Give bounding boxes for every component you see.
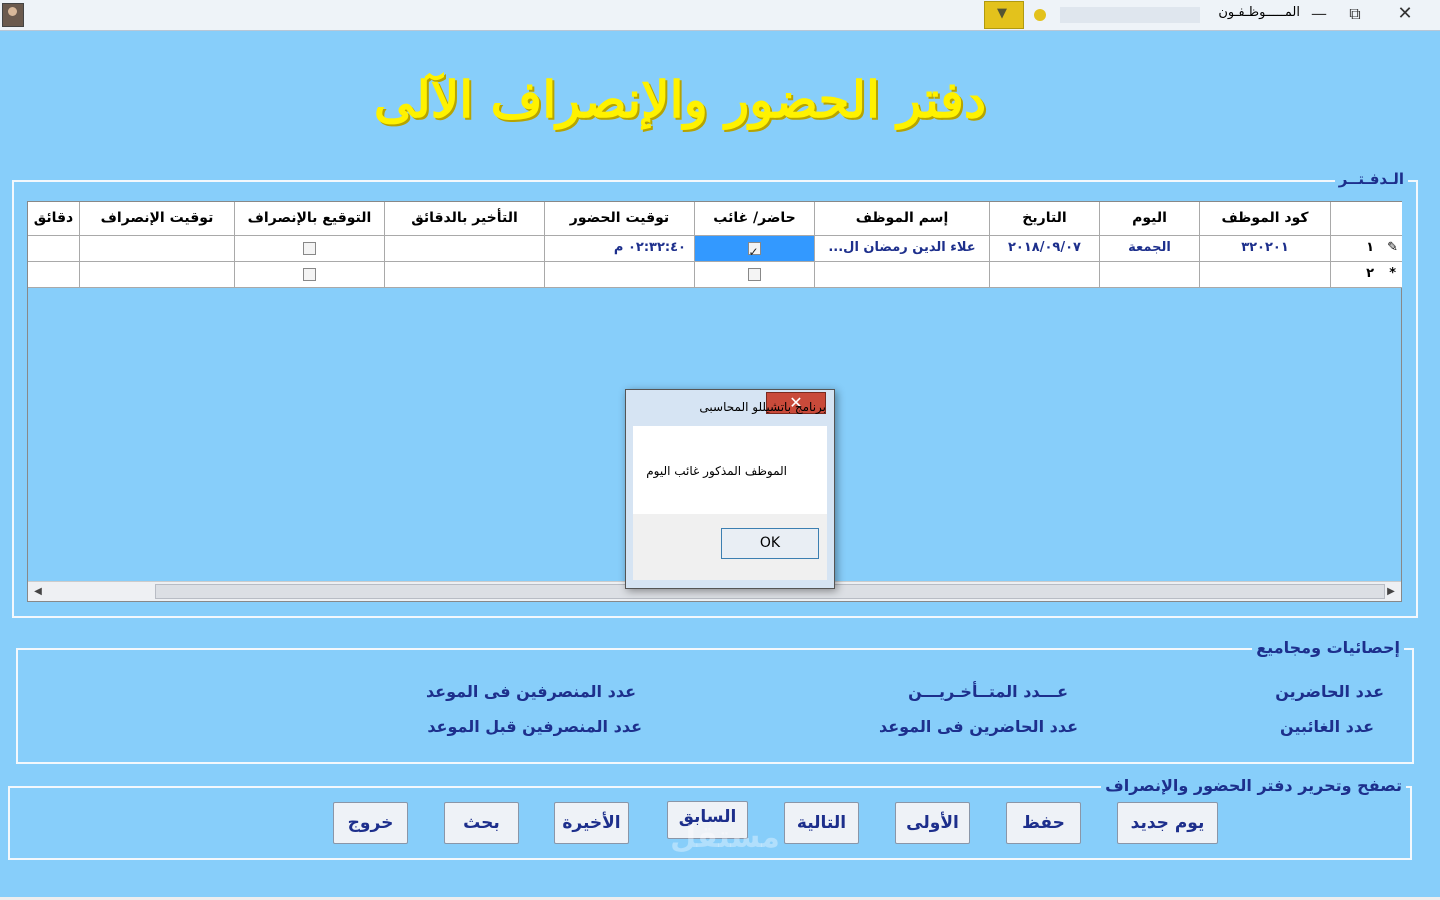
cell-day[interactable] xyxy=(1100,262,1200,288)
page-title: دفتر الحضور والإنصراف الآلى xyxy=(373,70,987,129)
present-count-label: عدد الحاضرين xyxy=(1275,682,1384,701)
scroll-right-icon[interactable]: ▶ xyxy=(1383,584,1399,599)
col-date[interactable]: التاريخ xyxy=(990,202,1100,236)
cell-delay-minutes[interactable] xyxy=(385,262,545,288)
departure-checkbox[interactable] xyxy=(302,241,316,255)
quick-access-dropdown[interactable]: ▼ xyxy=(984,1,1024,29)
present-checkbox[interactable] xyxy=(747,240,761,261)
dialog-title: برنامج باتشيللو المحاسبى xyxy=(699,400,826,414)
new-day-button[interactable]: يوم جديد xyxy=(1117,802,1218,844)
col-present-absent[interactable]: حاضر/ غائب xyxy=(695,202,815,236)
navigation-group-label: تصفح وتحرير دفتر الحضور والإنصراف xyxy=(1101,776,1406,795)
col-employee-name[interactable]: إسم الموظف xyxy=(815,202,990,236)
minimize-button[interactable]: — xyxy=(1304,3,1334,25)
titlebar-placeholder xyxy=(1060,7,1200,23)
dialog-footer: OK xyxy=(633,514,827,580)
dialog-body: الموظف المذكور غائب اليوم xyxy=(633,426,827,514)
stats-group xyxy=(16,648,1414,764)
new-row-marker-icon: * xyxy=(1389,266,1396,281)
message-dialog: ✕ برنامج باتشيللو المحاسبى الموظف المذكو… xyxy=(625,389,835,589)
cell-departure-time[interactable] xyxy=(80,262,235,288)
absent-count-label: عدد الغائبين xyxy=(1280,717,1374,736)
col-employee-code[interactable]: كود الموظف xyxy=(1200,202,1331,236)
row-number: ١ xyxy=(1366,240,1374,255)
cell-date[interactable]: ٢٠١٨/٠٩/٠٧ xyxy=(990,236,1100,262)
cell-employee-code[interactable]: ٣٢٠٢٠١ xyxy=(1200,236,1331,262)
row-marker-pencil-icon: ✎ xyxy=(1387,240,1398,255)
restore-button[interactable]: ⧉ xyxy=(1340,3,1370,25)
save-button[interactable]: حفظ xyxy=(1006,802,1081,844)
departed-early-label: عدد المنصرفين قبل الموعد xyxy=(427,717,642,736)
scroll-left-icon[interactable]: ◀ xyxy=(30,584,46,599)
col-departure-time[interactable]: توقيت الإنصراف xyxy=(80,202,235,236)
status-dot-icon xyxy=(1034,9,1046,21)
cell-attendance-time[interactable]: ٠٢:٣٢:٤٠ م xyxy=(545,236,695,262)
close-button[interactable]: ✕ xyxy=(1390,3,1420,25)
stats-group-label: إحصائيات ومجاميع xyxy=(1252,638,1404,657)
col-attendance-time[interactable]: توقيت الحضور xyxy=(545,202,695,236)
cell-minutes[interactable] xyxy=(28,262,80,288)
exit-button[interactable]: خروج xyxy=(333,802,408,844)
window-title: المـــــوظـفـون xyxy=(1218,5,1300,20)
app-icon[interactable] xyxy=(2,3,24,27)
row-number: ٢ xyxy=(1366,266,1374,281)
watermark-logo: مستقل xyxy=(670,820,780,855)
cell-departure-signed[interactable] xyxy=(235,236,385,262)
cell-date[interactable] xyxy=(990,262,1100,288)
search-button[interactable]: بحث xyxy=(444,802,519,844)
col-day[interactable]: اليوم xyxy=(1100,202,1200,236)
departure-checkbox[interactable] xyxy=(302,267,316,281)
cell-present-checkbox[interactable] xyxy=(695,262,815,288)
col-departure-signed[interactable]: التوقيع بالإنصراف xyxy=(235,202,385,236)
cell-employee-name[interactable] xyxy=(815,262,990,288)
cell-minutes[interactable] xyxy=(28,236,80,262)
col-delay-minutes[interactable]: التأخير بالدقائق xyxy=(385,202,545,236)
cell-employee-name[interactable]: علاء الدين رمضان ال... xyxy=(815,236,990,262)
late-count-label: عـــدد المتــأخـريـــن xyxy=(908,682,1068,701)
cell-delay-minutes[interactable] xyxy=(385,236,545,262)
chevron-down-icon: ▼ xyxy=(997,6,1007,21)
present-checkbox[interactable] xyxy=(747,267,761,281)
ok-button[interactable]: OK xyxy=(721,528,819,559)
cell-departure-time[interactable] xyxy=(80,236,235,262)
first-record-button[interactable]: الأولى xyxy=(895,802,970,844)
window-titlebar: ▼ المـــــوظـفـون — ⧉ ✕ xyxy=(0,0,1440,31)
register-group-label: الـدفـتــر xyxy=(1334,170,1408,188)
cell-present-checkbox[interactable] xyxy=(695,236,815,262)
row-header[interactable]: ✎ ١ xyxy=(1331,236,1402,262)
col-minutes[interactable]: دقائق xyxy=(28,202,80,236)
dialog-message: الموظف المذكور غائب اليوم xyxy=(646,464,787,478)
cell-employee-code[interactable] xyxy=(1200,262,1331,288)
present-on-time-label: عدد الحاضرين فى الموعد xyxy=(878,717,1078,736)
cell-day[interactable]: الجمعة xyxy=(1100,236,1200,262)
cell-attendance-time[interactable] xyxy=(545,262,695,288)
grid-corner-header xyxy=(1331,202,1402,236)
departed-on-time-label: عدد المنصرفين فى الموعد xyxy=(425,682,636,701)
cell-departure-signed[interactable] xyxy=(235,262,385,288)
row-header[interactable]: * ٢ xyxy=(1331,262,1402,288)
